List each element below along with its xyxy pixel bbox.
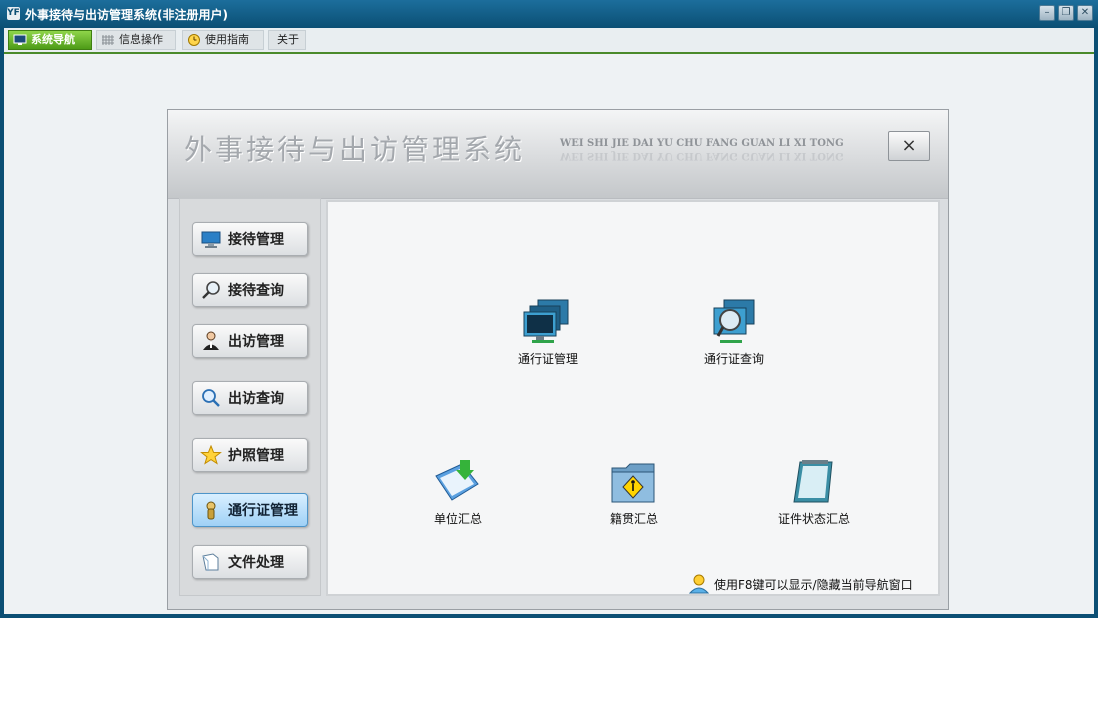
item-label: 单位汇总: [433, 512, 482, 526]
close-window-button[interactable]: ✕: [1077, 5, 1093, 21]
tab-label: 系统导航: [31, 33, 75, 46]
nav-label: 接待管理: [228, 232, 284, 248]
restore-button[interactable]: ❐: [1058, 5, 1074, 21]
title-bar[interactable]: YF 外事接待与出访管理系统(非注册用户) – ❐ ✕: [0, 0, 1098, 28]
nav-pass-management[interactable]: 通行证管理: [192, 493, 308, 527]
system-title-pinyin-reflection: WEI SHI JIE DAI YU CHU FANG GUAN LI XI T…: [560, 150, 844, 161]
close-icon: ×: [901, 135, 917, 156]
item-origin-summary[interactable]: 籍贯汇总: [594, 458, 674, 527]
magnifier-icon: [202, 281, 220, 299]
tab-about[interactable]: 关于: [268, 30, 306, 50]
nav-label: 护照管理: [228, 448, 284, 464]
nav-passport-management[interactable]: 护照管理: [192, 438, 308, 472]
nav-reception-management[interactable]: 接待管理: [192, 222, 308, 256]
panel-close-button[interactable]: ×: [888, 131, 930, 161]
app-logo-icon: YF: [7, 7, 20, 20]
navigation-content: 通行证管理 通行证查询 单位汇总 籍贯汇总 证件状态汇总: [326, 200, 940, 596]
user-hint-icon: [688, 574, 710, 594]
notepad-icon: [793, 460, 833, 503]
menu-tab-bar: 系统导航 信息操作 使用指南 关于: [4, 28, 1094, 54]
nav-file-processing[interactable]: 文件处理: [192, 545, 308, 579]
item-unit-summary[interactable]: 单位汇总: [418, 458, 498, 527]
grid-icon: [102, 35, 114, 45]
tab-label: 信息操作: [119, 33, 163, 46]
item-pass-management[interactable]: 通行证管理: [508, 298, 588, 367]
tab-label: 使用指南: [205, 33, 249, 46]
f8-hint: 使用F8键可以显示/隐藏当前导航窗口: [688, 574, 913, 594]
nav-label: 文件处理: [228, 555, 284, 571]
star-icon: [200, 445, 222, 465]
download-doc-icon: [435, 460, 479, 501]
nav-visit-query[interactable]: 出访查询: [192, 381, 308, 415]
system-title-pinyin: WEI SHI JIE DAI YU CHU FANG GUAN LI XI T…: [560, 138, 844, 149]
system-navigation-panel: 外事接待与出访管理系统 WEI SHI JIE DAI YU CHU FANG …: [167, 109, 949, 610]
left-navigation: 接待管理 接待查询 出访管理 出访查询 护照管理 通行证管理 文件处理: [179, 198, 321, 596]
item-pass-query[interactable]: 通行证查询: [694, 298, 774, 367]
nav-reception-query[interactable]: 接待查询: [192, 273, 308, 307]
person-icon: [203, 331, 219, 350]
item-certificate-status-summary[interactable]: 证件状态汇总: [764, 458, 864, 527]
computer-search-icon: [713, 299, 755, 343]
system-title: 外事接待与出访管理系统: [184, 133, 526, 166]
search-icon: [202, 389, 220, 407]
tab-user-guide[interactable]: 使用指南: [182, 30, 264, 50]
folder-pedestrian-icon: [611, 463, 655, 503]
item-label: 证件状态汇总: [777, 512, 850, 526]
tab-info-operation[interactable]: 信息操作: [96, 30, 176, 50]
badge-icon: [206, 501, 216, 520]
document-icon: [202, 553, 219, 571]
computer-network-icon: [523, 299, 569, 343]
nav-label: 出访管理: [228, 334, 284, 350]
nav-label: 通行证管理: [228, 503, 298, 519]
item-label: 通行证管理: [517, 352, 578, 366]
clock-icon: [188, 34, 200, 46]
minimize-button[interactable]: –: [1039, 5, 1055, 21]
nav-label: 出访查询: [228, 391, 284, 407]
hint-text: 使用F8键可以显示/隐藏当前导航窗口: [714, 577, 913, 592]
item-label: 籍贯汇总: [609, 512, 658, 526]
nav-label: 接待查询: [228, 283, 284, 299]
panel-header: 外事接待与出访管理系统 WEI SHI JIE DAI YU CHU FANG …: [168, 110, 948, 199]
monitor-icon: [201, 231, 221, 248]
item-label: 通行证查询: [703, 352, 764, 366]
window-title: 外事接待与出访管理系统(非注册用户): [25, 8, 228, 22]
monitor-icon: [13, 34, 27, 45]
tab-system-navigation[interactable]: 系统导航: [8, 30, 92, 50]
tab-label: 关于: [277, 33, 299, 46]
nav-visit-management[interactable]: 出访管理: [192, 324, 308, 358]
